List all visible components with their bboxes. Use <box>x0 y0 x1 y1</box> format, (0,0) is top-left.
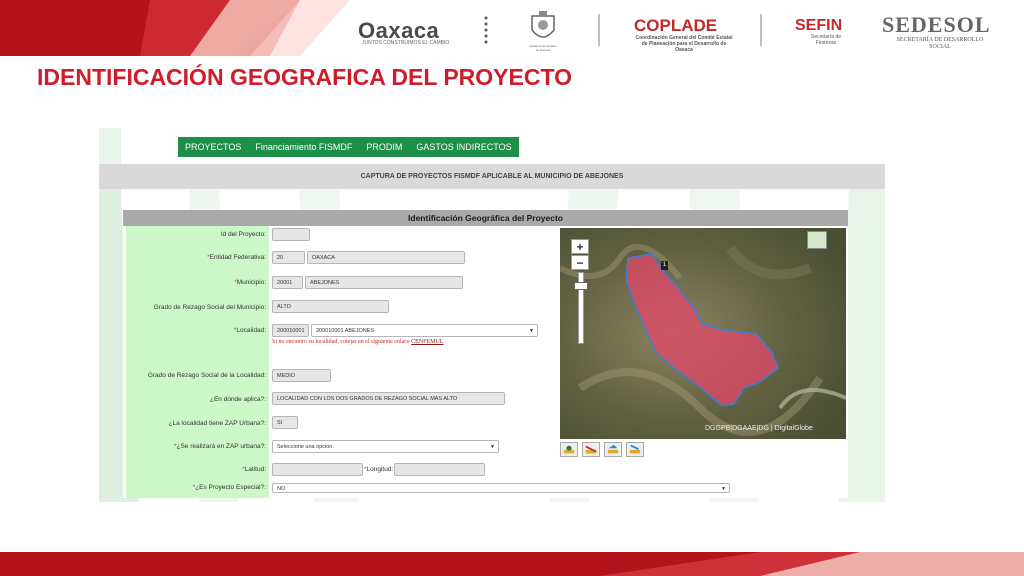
especial-label-text: ¿Es Proyecto Especial?: <box>195 484 266 491</box>
zap-realiza-select[interactable]: Seleccione una opcion. <box>272 440 499 453</box>
entidad-name-field[interactable]: OAXACA <box>307 251 465 264</box>
latitud-label-text: Latitud: <box>244 466 266 473</box>
localidad-select[interactable]: 200010001 ABEJONES <box>311 324 538 337</box>
capture-title-bar: CAPTURA DE PROYECTOS FISMDF APLICABLE AL… <box>99 164 885 189</box>
state-seal-icon <box>531 11 555 38</box>
aplica-label: ¿En dónde aplica?: <box>209 396 266 403</box>
draw-polygon-tool-icon[interactable] <box>604 442 622 457</box>
rezago-localidad-label: Grado de Rezago Social de la Localidad: <box>147 372 266 379</box>
especial-label: *¿Es Proyecto Especial?: <box>126 484 266 491</box>
nav-prodim[interactable]: PRODIM <box>359 137 409 157</box>
layers-icon[interactable] <box>807 231 827 249</box>
label-column-background <box>126 226 269 498</box>
localidad-select-value: 200010001 ABEJONES <box>316 328 375 334</box>
draw-line-tool-icon[interactable] <box>582 442 600 457</box>
entidad-label-text: Entidad Federativa: <box>209 254 266 261</box>
rezago-localidad-field[interactable]: MEDIO <box>272 369 331 382</box>
logo-divider <box>760 14 762 46</box>
localidad-help: Si no encontro su localidad, cotejar en … <box>272 339 443 345</box>
rezago-municipio-label: Grado de Rezago Social del Municipio: <box>153 304 266 311</box>
map-marker[interactable]: 1 <box>661 261 668 270</box>
nav-proyectos[interactable]: PROYECTOS <box>178 137 248 157</box>
localidad-help-text: Si no encontro su localidad, cotejar en … <box>272 339 410 345</box>
card-header: Identificación Geográfica del Proyecto <box>123 210 848 226</box>
geo-id-card: Identificación Geográfica del Proyecto I… <box>123 210 848 498</box>
logo-divider <box>598 14 600 46</box>
bottom-banner <box>0 552 1024 576</box>
longitud-field[interactable] <box>394 463 485 476</box>
longitud-label: *Longitud: <box>364 466 394 473</box>
satellite-map[interactable]: + − 1 DGGPB|DGAAE|DG | DigitalGlobe <box>560 228 846 439</box>
coplade-subtitle: Coordinación General del Comité Estatal … <box>635 35 733 53</box>
coplade-logo: COPLADE <box>634 16 718 35</box>
nav-gastos-indirectos[interactable]: GASTOS INDIRECTOS <box>409 137 518 157</box>
nav-financiamiento-fismdf[interactable]: Financiamiento FISMDF <box>248 137 359 157</box>
id-field[interactable] <box>272 228 310 241</box>
latitud-field[interactable] <box>272 463 363 476</box>
dots-separator-icon <box>484 16 488 44</box>
especial-select-value: NO <box>277 486 286 492</box>
id-label: Id del Proyecto: <box>220 231 266 238</box>
cenfemul-link[interactable]: CENFEMUL <box>411 339 443 345</box>
entidad-label: *Entidad Federativa: <box>126 254 266 261</box>
zoom-out-button[interactable]: − <box>571 255 589 270</box>
seal-caption: Gobierno del Estado de Oaxaca <box>529 44 557 52</box>
oaxaca-tagline: JUNTOS CONSTRUIMOS EL CAMBIO <box>362 40 450 46</box>
zoom-slider-handle[interactable] <box>574 282 588 290</box>
sefin-logo: SEFIN <box>795 17 843 34</box>
sedesol-logo: SEDESOL <box>882 12 991 37</box>
map-imagery <box>560 228 846 439</box>
especial-select[interactable]: NO <box>272 483 730 493</box>
sedesol-subtitle: SECRETARÍA DE DESARROLLO SOCIAL <box>896 37 984 50</box>
municipio-code-field[interactable]: 20001 <box>272 276 303 289</box>
localidad-code-field[interactable]: 200010001 <box>272 324 309 337</box>
aplica-field[interactable]: LOCALIDAD CON LOS DOS GRADOS DE REZAGO S… <box>272 392 505 405</box>
zap-realiza-label-text: ¿Se realizará en ZAP urbana?: <box>176 443 267 450</box>
map-attribution: DGGPB|DGAAE|DG | DigitalGlobe <box>705 425 813 432</box>
top-nav: PROYECTOS Financiamiento FISMDF PRODIM G… <box>178 137 519 157</box>
zap-field[interactable]: SI <box>272 416 298 429</box>
zoom-in-button[interactable]: + <box>571 239 589 254</box>
top-banner <box>0 0 1024 56</box>
longitud-label-text: Longitud: <box>366 466 394 473</box>
app-screenshot: PROYECTOS Financiamiento FISMDF PRODIM G… <box>99 128 885 502</box>
edit-geometry-tool-icon[interactable] <box>626 442 644 457</box>
zap-realiza-select-value: Seleccione una opcion. <box>277 444 334 450</box>
localidad-label: *Localidad: <box>126 327 266 334</box>
slide-title: IDENTIFICACIÓN GEOGRAFICA DEL PROYECTO <box>37 64 572 90</box>
latitud-label: *Latitud: <box>126 466 266 473</box>
draw-point-tool-icon[interactable] <box>560 442 578 457</box>
municipio-name-field[interactable]: ABEJONES <box>305 276 463 289</box>
municipio-label: *Municipio: <box>126 279 266 286</box>
zap-label: ¿La localidad tiene ZAP Urbana?: <box>168 420 266 427</box>
sefin-subtitle: Secretaría de Finanzas <box>810 34 842 46</box>
zap-realiza-label: *¿Se realizará en ZAP urbana?: <box>126 443 266 450</box>
entidad-code-field[interactable]: 20 <box>272 251 305 264</box>
rezago-municipio-field[interactable]: ALTO <box>272 300 389 313</box>
localidad-label-text: Localidad: <box>236 327 266 334</box>
municipio-label-text: Municipio: <box>236 279 266 286</box>
